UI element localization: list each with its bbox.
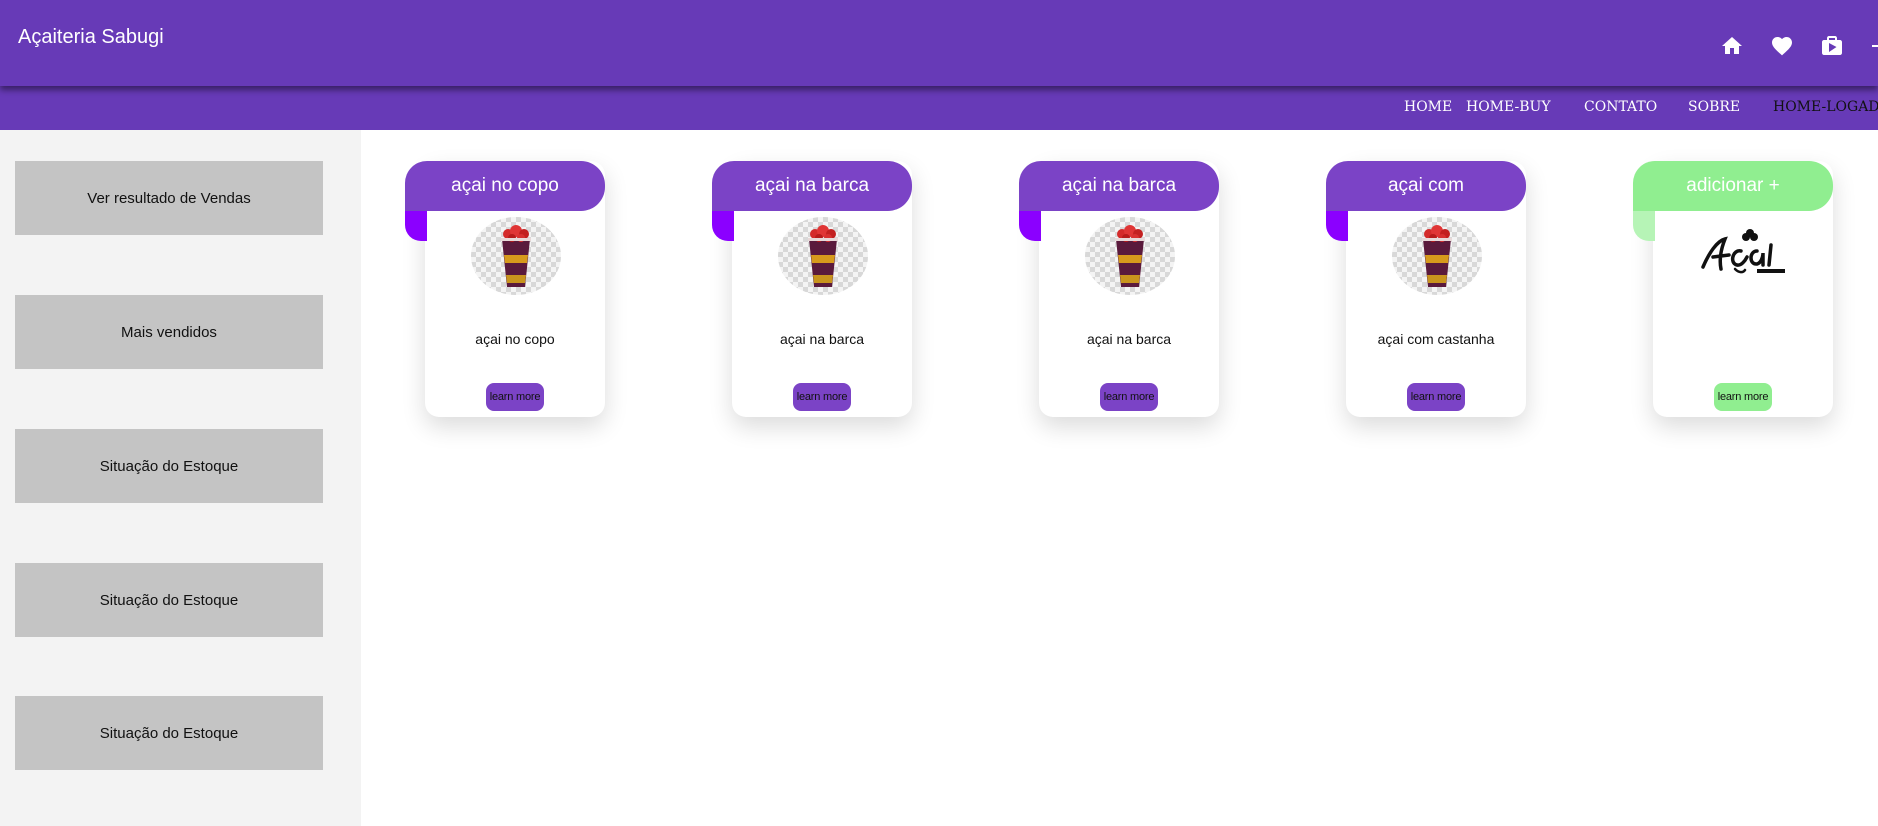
acai-cup-image (1392, 217, 1482, 295)
heart-icon[interactable] (1770, 34, 1794, 58)
acai-cup-image (1085, 217, 1175, 295)
card-ribbon: açai na barca (712, 161, 912, 211)
ribbon-tail (405, 211, 427, 241)
learn-more-button[interactable]: learn more (1714, 383, 1772, 411)
card-ribbon: açai na barca (1019, 161, 1219, 211)
home-icon[interactable] (1720, 34, 1744, 58)
product-card: açai na barca açai na barca learn more (1019, 161, 1219, 417)
card-title: açai na barca (779, 331, 865, 347)
learn-more-button[interactable]: learn more (1407, 383, 1465, 411)
login-icon[interactable] (1870, 34, 1878, 58)
ribbon-tail (712, 211, 734, 241)
sidebar-button-stock-status[interactable]: Situação do Estoque (15, 696, 323, 770)
learn-more-button[interactable]: learn more (1100, 383, 1158, 411)
card-ribbon[interactable]: adicionar + (1633, 161, 1833, 211)
nav-link-contato[interactable]: CONTATO (1584, 99, 1657, 115)
acai-cup-image (778, 217, 868, 295)
nav-bar: HOME HOME-BUY CONTATO SOBRE HOME-LOGADO (0, 86, 1878, 130)
product-card: açai com açai com castanha learn more (1326, 161, 1526, 417)
card-title: açai na barca (1086, 331, 1172, 347)
nav-link-home-logado[interactable]: HOME-LOGADO (1773, 99, 1878, 115)
sidebar-button-best-sellers[interactable]: Mais vendidos (15, 295, 323, 369)
learn-more-button[interactable]: learn more (486, 383, 544, 411)
card-title: açai com castanha (1377, 331, 1495, 347)
sidebar-button-stock-status[interactable]: Situação do Estoque (15, 563, 323, 637)
product-card: açai no copo açai no copo learn more (405, 161, 605, 417)
acai-delivery-logo (1695, 223, 1795, 283)
shopping-bag-icon[interactable] (1820, 34, 1844, 58)
app-title: Açaiteria Sabugi (18, 26, 164, 48)
acai-cup-image (471, 217, 561, 295)
card-title: açai no copo (475, 331, 555, 347)
ribbon-tail (1633, 211, 1655, 241)
ribbon-tail (1019, 211, 1041, 241)
sidebar: Ver resultado de Vendas Mais vendidos Si… (0, 130, 361, 826)
product-card: açai na barca açai na barca learn more (712, 161, 912, 417)
app-bar: Açaiteria Sabugi (0, 0, 1878, 86)
ribbon-tail (1326, 211, 1348, 241)
nav-link-home-buy[interactable]: HOME-BUY (1466, 99, 1551, 115)
sidebar-button-stock-status[interactable]: Situação do Estoque (15, 429, 323, 503)
nav-link-sobre[interactable]: SOBRE (1688, 99, 1740, 115)
learn-more-button[interactable]: learn more (793, 383, 851, 411)
nav-link-home[interactable]: HOME (1404, 99, 1452, 115)
sidebar-button-sales-results[interactable]: Ver resultado de Vendas (15, 161, 323, 235)
card-ribbon: açai no copo (405, 161, 605, 211)
card-ribbon: açai com (1326, 161, 1526, 211)
add-product-card: adicionar + learn more (1633, 161, 1833, 417)
